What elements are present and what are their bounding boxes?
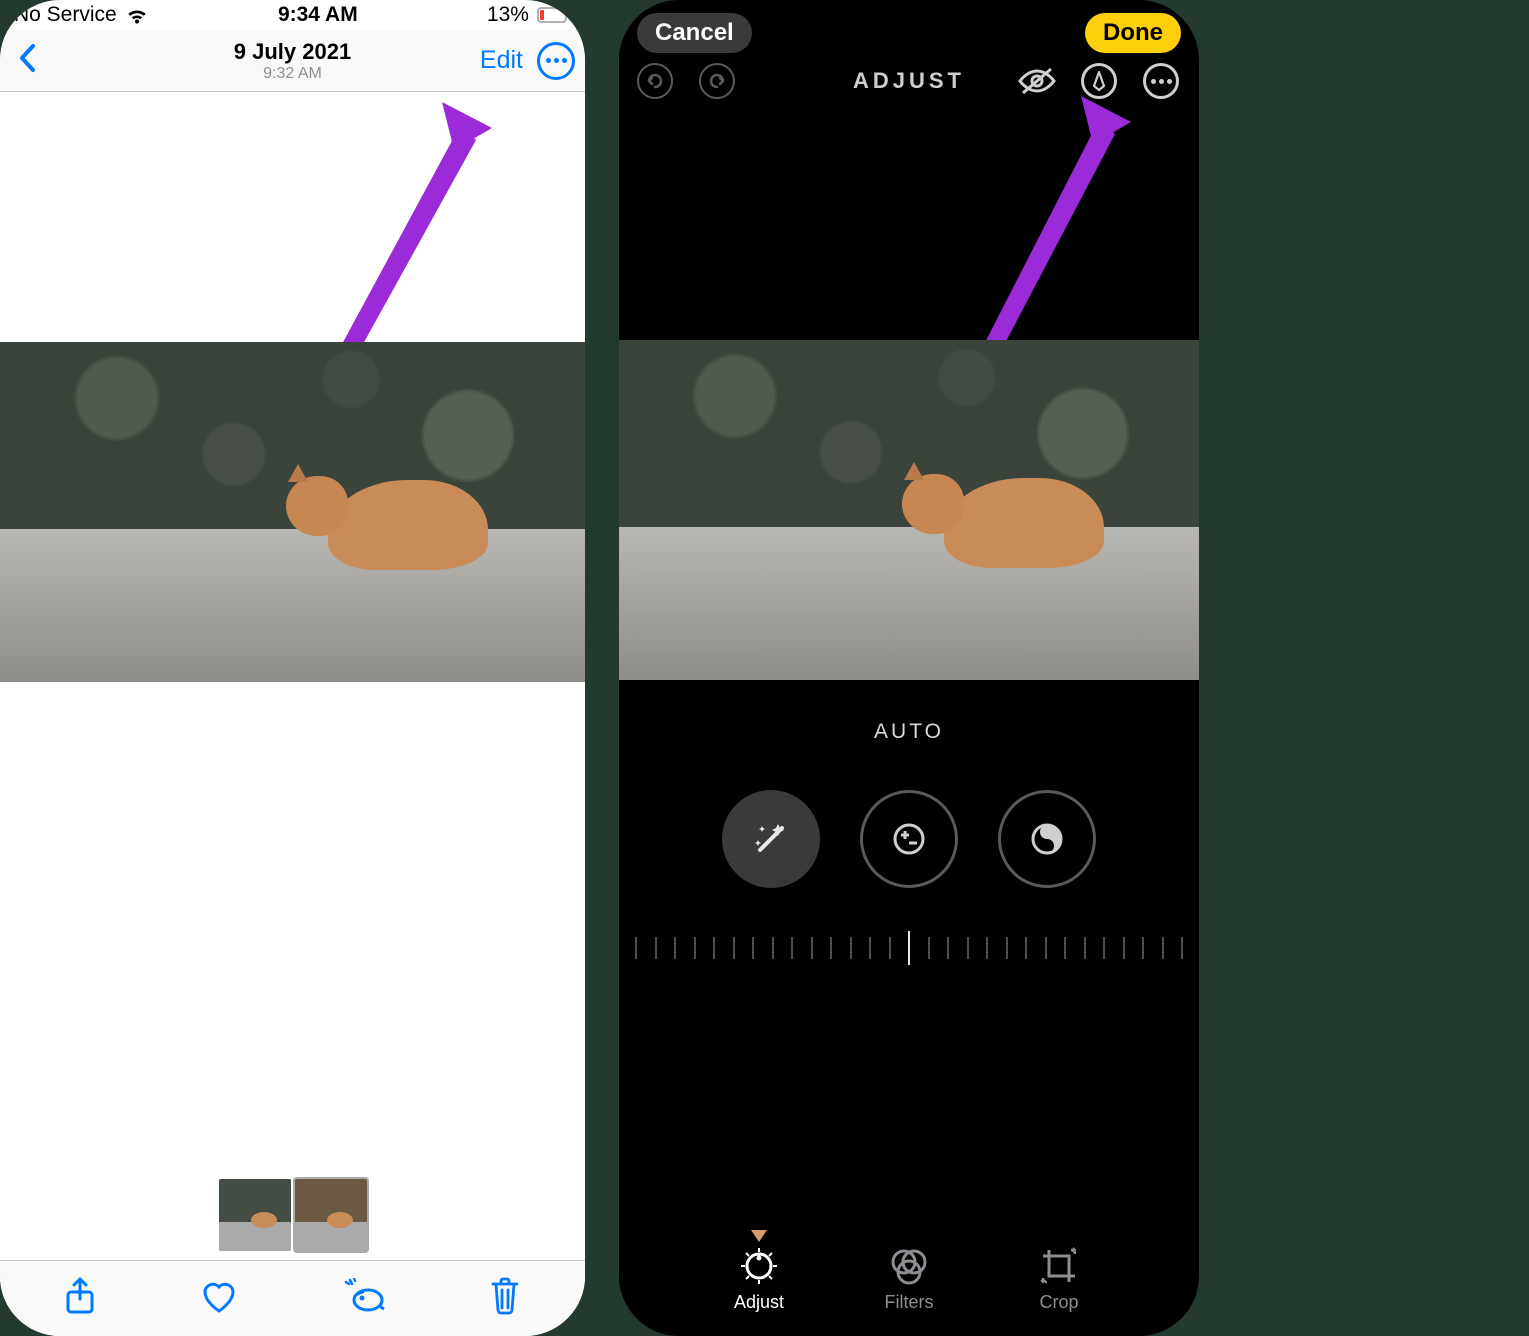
tab-crop[interactable]: Crop (1014, 1244, 1104, 1313)
photos-edit-screen: Cancel Done ADJUST (619, 0, 1199, 1336)
edit-tab-bar: Adjust Filters Crop (619, 1236, 1199, 1336)
tab-adjust[interactable]: Adjust (714, 1244, 804, 1313)
carrier-label: No Service (14, 3, 117, 27)
edit-button[interactable]: Edit (480, 46, 523, 75)
wifi-icon (125, 5, 149, 25)
ellipsis-circle-icon (1143, 63, 1179, 99)
thumbnail[interactable] (219, 1179, 291, 1251)
battery-icon (537, 7, 571, 23)
ellipsis-icon (546, 58, 567, 63)
exposure-icon (889, 819, 929, 859)
redo-button[interactable] (699, 63, 735, 99)
photos-viewer-screen: No Service 9:34 AM 13% 9 July 2021 9:32 … (0, 0, 585, 1336)
active-tab-caret-icon (714, 1230, 804, 1242)
adjust-dial-icon (714, 1244, 804, 1288)
undo-button[interactable] (637, 63, 673, 99)
status-bar: No Service 9:34 AM 13% (0, 0, 585, 30)
filters-icon (864, 1244, 954, 1288)
exposure-dial[interactable] (860, 790, 958, 888)
auto-enhance-dial[interactable] (722, 790, 820, 888)
thumbnail[interactable] (295, 1179, 367, 1251)
photo-canvas[interactable] (0, 92, 585, 1336)
visibility-off-icon[interactable] (1017, 61, 1057, 101)
done-button[interactable]: Done (1085, 13, 1181, 53)
tab-label: Adjust (714, 1292, 804, 1313)
edit-sub-bar: ADJUST (619, 56, 1199, 106)
tab-filters[interactable]: Filters (864, 1244, 954, 1313)
thumbnail-strip[interactable] (0, 1179, 585, 1251)
photo-image[interactable] (619, 340, 1199, 680)
adjust-slider[interactable] (635, 928, 1183, 968)
edit-top-bar: Cancel Done (619, 0, 1199, 56)
share-button[interactable] (54, 1266, 106, 1331)
magic-wand-icon (748, 816, 794, 862)
delete-button[interactable] (479, 1266, 531, 1331)
more-edit-button[interactable] (1141, 61, 1181, 101)
cancel-button[interactable]: Cancel (637, 13, 752, 53)
bottom-toolbar (0, 1260, 585, 1336)
tab-label: Crop (1014, 1292, 1104, 1313)
live-text-button[interactable] (332, 1268, 396, 1329)
adjust-name-label: AUTO (619, 720, 1199, 744)
favorite-button[interactable] (189, 1268, 249, 1329)
clock-label: 9:34 AM (278, 3, 358, 27)
nav-bar: 9 July 2021 9:32 AM Edit (0, 30, 585, 92)
markup-button[interactable] (1079, 61, 1119, 101)
crop-icon (1014, 1244, 1104, 1288)
battery-pct-label: 13% (487, 3, 529, 27)
pen-circle-icon (1081, 63, 1117, 99)
yin-yang-icon (1027, 819, 1067, 859)
tab-label: Filters (864, 1292, 954, 1313)
adjust-dials (619, 790, 1199, 888)
brilliance-dial[interactable] (998, 790, 1096, 888)
photo-image (0, 342, 585, 682)
more-actions-button[interactable] (537, 42, 575, 80)
back-button[interactable] (10, 35, 46, 86)
